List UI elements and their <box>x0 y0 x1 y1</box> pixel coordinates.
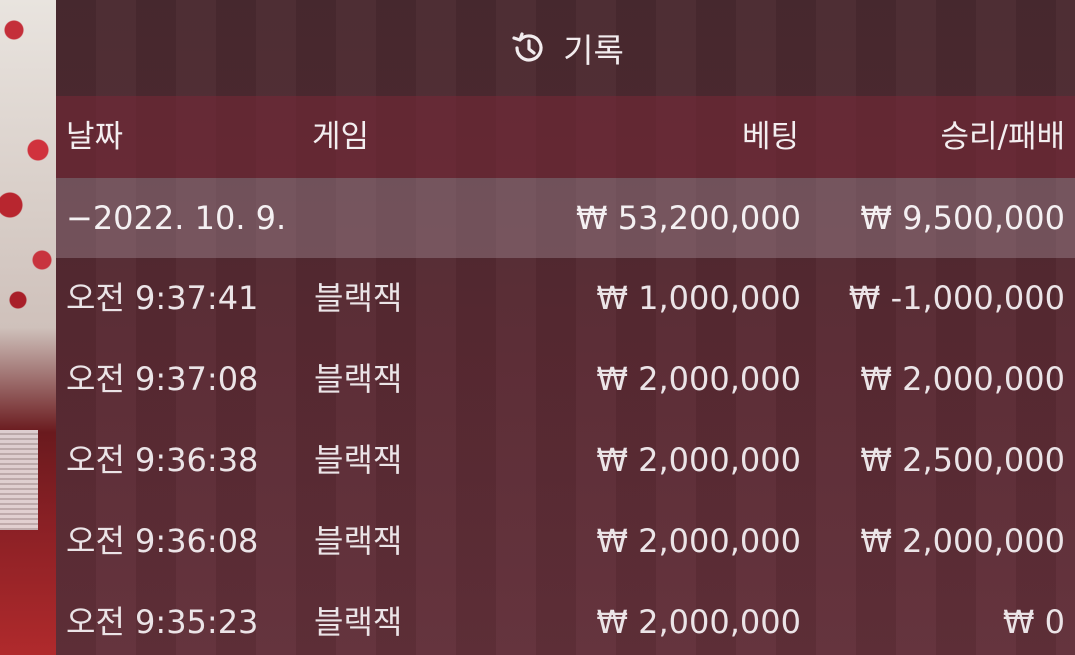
row-result: ₩ 2,000,000 <box>860 360 1065 398</box>
history-icon <box>507 26 551 70</box>
column-result: 승리/패배 <box>940 119 1065 155</box>
date-group-row[interactable]: −2022. 10. 9. ₩ 53,200,000 ₩ 9,500,000 <box>56 178 1075 258</box>
group-date: −2022. 10. 9. <box>66 199 287 237</box>
row-bet: ₩ 2,000,000 <box>596 441 801 479</box>
row-result: ₩ 0 <box>1002 603 1065 641</box>
column-bet: 베팅 <box>741 119 799 155</box>
history-panel: 기록 날짜 게임 베팅 승리/패배 −2022. 10. 9. ₩ 53,200… <box>56 0 1075 655</box>
row-bet: ₩ 2,000,000 <box>596 360 801 398</box>
row-game: 블랙잭 <box>314 441 403 479</box>
row-time: 오전 9:37:08 <box>66 360 259 398</box>
table-row[interactable]: 오전 9:36:38 블랙잭 ₩ 2,000,000 ₩ 2,500,000 <box>56 420 1075 501</box>
table-row[interactable]: 오전 9:37:08 블랙잭 ₩ 2,000,000 ₩ 2,000,000 <box>56 339 1075 420</box>
row-time: 오전 9:36:38 <box>66 441 259 479</box>
row-game: 블랙잭 <box>314 522 403 560</box>
group-bet-total: ₩ 53,200,000 <box>575 199 801 237</box>
group-result-total: ₩ 9,500,000 <box>860 199 1065 237</box>
row-time: 오전 9:35:23 <box>66 603 259 641</box>
row-bet: ₩ 2,000,000 <box>596 522 801 560</box>
panel-header: 기록 <box>56 0 1075 96</box>
history-screen: 기록 날짜 게임 베팅 승리/패배 −2022. 10. 9. ₩ 53,200… <box>0 0 1075 655</box>
page-title: 기록 <box>563 31 624 70</box>
row-game: 블랙잭 <box>314 360 403 398</box>
column-date: 날짜 <box>66 119 124 155</box>
column-game: 게임 <box>312 119 370 155</box>
table-row[interactable]: 오전 9:36:08 블랙잭 ₩ 2,000,000 ₩ 2,000,000 <box>56 501 1075 582</box>
row-result: ₩ -1,000,000 <box>848 279 1065 317</box>
row-time: 오전 9:37:41 <box>66 279 259 317</box>
row-bet: ₩ 2,000,000 <box>596 603 801 641</box>
row-result: ₩ 2,000,000 <box>860 522 1065 560</box>
row-result: ₩ 2,500,000 <box>860 441 1065 479</box>
background-table-strip <box>0 0 56 655</box>
table-row[interactable]: 오전 9:35:23 블랙잭 ₩ 2,000,000 ₩ 0 <box>56 582 1075 655</box>
table-header: 날짜 게임 베팅 승리/패배 <box>56 96 1075 178</box>
row-bet: ₩ 1,000,000 <box>596 279 801 317</box>
table-row[interactable]: 오전 9:37:41 블랙잭 ₩ 1,000,000 ₩ -1,000,000 <box>56 258 1075 339</box>
row-game: 블랙잭 <box>314 603 403 641</box>
row-time: 오전 9:36:08 <box>66 522 259 560</box>
card-deck-graphic <box>0 430 38 530</box>
row-game: 블랙잭 <box>314 279 403 317</box>
